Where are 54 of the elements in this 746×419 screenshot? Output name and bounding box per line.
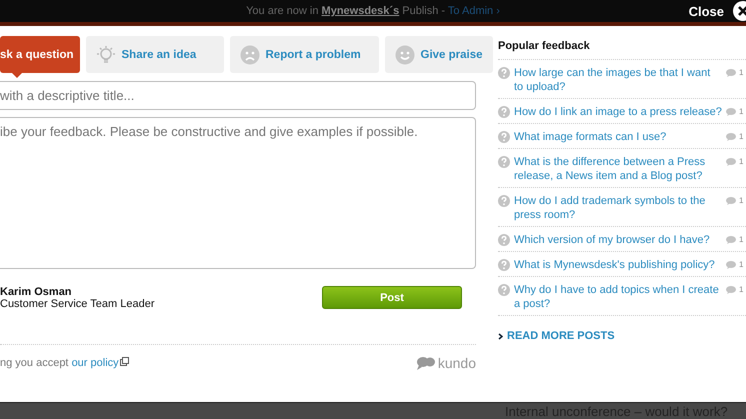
question-icon	[498, 131, 510, 143]
feedback-link[interactable]: What is the difference between a Press release, a News item and a Blog post?	[514, 155, 722, 183]
feedback-tab[interactable]: Report a problem	[230, 36, 378, 73]
comment-icon	[726, 158, 736, 166]
comment-icon	[726, 260, 736, 268]
question-icon	[498, 156, 510, 168]
comment-icon	[726, 108, 736, 116]
feedback-tab[interactable]: Share an idea	[86, 36, 224, 73]
author-name: Karim Osman	[0, 286, 73, 298]
admin-link[interactable]: To Admin ›	[448, 5, 500, 17]
sad-face-icon	[240, 44, 260, 64]
comment-count: 1	[739, 68, 744, 77]
question-icon	[498, 284, 510, 296]
read-more-link[interactable]: READ MORE POSTS	[498, 330, 746, 342]
feedback-link[interactable]: How do I link an image to a press release?	[514, 105, 722, 119]
close-button[interactable]: Close	[688, 4, 724, 19]
policy-link[interactable]: our policy	[72, 357, 119, 369]
question-icon	[498, 106, 510, 118]
feedback-field[interactable]: ibe your feedback. Please be constructive and give examples if possible.	[0, 117, 476, 269]
comment-icon	[726, 286, 736, 294]
feedback-link[interactable]: How large can the images be that I want to upload?	[514, 66, 722, 94]
section-title: Popular feedback	[498, 40, 591, 52]
lightbulb-icon	[96, 44, 116, 64]
comment-count: 1	[739, 235, 744, 244]
brand-name: kundo	[438, 355, 476, 371]
feedback-link[interactable]: What image formats can I use?	[514, 130, 722, 144]
feedback-link[interactable]: Which version of my browser do I have?	[514, 233, 722, 247]
feedback-tab[interactable]: sk a question	[0, 36, 80, 73]
comment-icon	[726, 196, 736, 204]
title-field[interactable]: with a descriptive title...	[0, 81, 476, 110]
comment-count: 1	[739, 107, 744, 116]
feedback-link[interactable]: Why do I have to add topics when I create a post?	[514, 283, 722, 311]
comment-count: 1	[739, 285, 744, 294]
question-icon	[498, 195, 510, 207]
feedback-tab[interactable]: Give praise	[384, 36, 493, 73]
comment-icon	[726, 68, 736, 76]
question-icon	[498, 234, 510, 246]
question-icon	[498, 67, 510, 79]
chevron-icon	[498, 332, 503, 340]
speech-bubbles-icon	[416, 356, 436, 370]
comment-icon	[726, 132, 736, 140]
author-role: Customer Service Team Leader	[0, 298, 154, 310]
policy-notice: ng you accept our policy	[0, 357, 129, 369]
question-icon	[498, 259, 510, 271]
feedback-link[interactable]: What is Mynewsdesk's publishing policy?	[514, 258, 722, 272]
external-link-icon	[120, 357, 129, 366]
post-button[interactable]: Post	[322, 286, 462, 309]
feedback-link[interactable]: How do I add trademark symbols to the press room?	[514, 194, 722, 222]
smiley-icon	[394, 44, 414, 64]
comment-count: 1	[739, 196, 744, 205]
comment-count: 1	[739, 132, 744, 141]
comment-count: 1	[739, 260, 744, 269]
comment-count: 1	[739, 157, 744, 166]
comment-icon	[726, 236, 736, 244]
